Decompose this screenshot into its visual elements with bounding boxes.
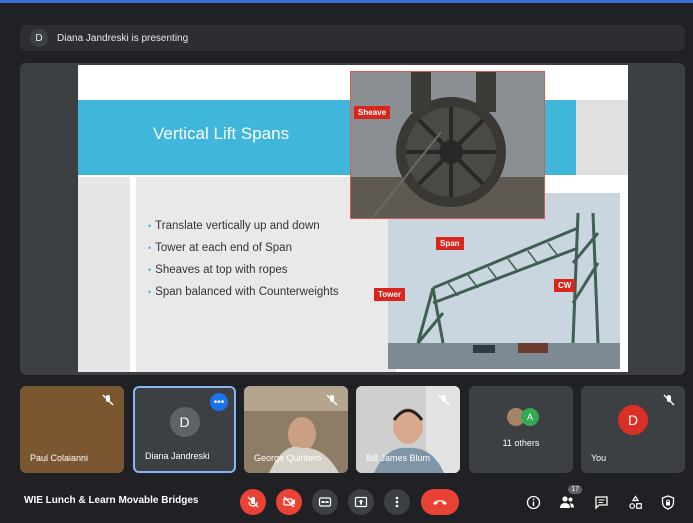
shared-slide: Vertical Lift Spans • Translate verticall… bbox=[78, 65, 628, 372]
info-icon bbox=[526, 495, 540, 509]
present-button[interactable] bbox=[348, 489, 374, 515]
presenter-avatar: D bbox=[30, 29, 48, 47]
leave-call-button[interactable] bbox=[421, 489, 459, 515]
camera-toggle-button[interactable] bbox=[276, 489, 302, 515]
chat-icon bbox=[594, 495, 608, 510]
slide-bullet: • Span balanced with Counterweights bbox=[148, 286, 339, 298]
others-count: 11 others bbox=[502, 438, 540, 448]
participant-name: You bbox=[591, 453, 607, 463]
captions-icon bbox=[318, 497, 332, 507]
host-controls-button[interactable] bbox=[659, 493, 677, 511]
bridge-photo bbox=[388, 193, 620, 369]
slide-band-right bbox=[576, 100, 628, 175]
participant-name: Bill James Blum bbox=[366, 453, 431, 463]
others-tile[interactable]: A 11 others bbox=[469, 386, 573, 473]
captions-button[interactable] bbox=[312, 489, 338, 515]
meet-window: D Diana Jandreski is presenting Vertical… bbox=[0, 0, 693, 520]
slide-bullet-list: • Translate vertically up and down • Tower… bbox=[148, 215, 339, 303]
self-tile[interactable]: D You bbox=[581, 386, 685, 473]
slide-side-panel bbox=[78, 177, 130, 372]
more-vert-icon bbox=[395, 496, 399, 508]
more-options-button[interactable] bbox=[384, 489, 410, 515]
mic-off-icon bbox=[326, 394, 338, 406]
avatar: D bbox=[618, 405, 648, 435]
mic-off-icon bbox=[102, 394, 114, 406]
present-icon bbox=[354, 496, 368, 508]
label-cw: CW bbox=[554, 279, 576, 292]
more-options-icon[interactable]: ••• bbox=[210, 393, 228, 411]
meeting-title: WIE Lunch & Learn Movable Bridges bbox=[24, 495, 199, 506]
label-sheave: Sheave bbox=[354, 106, 391, 119]
mic-toggle-button[interactable] bbox=[240, 489, 266, 515]
participant-name: Paul Colaianni bbox=[30, 453, 89, 463]
participant-tile[interactable]: ••• D Diana Jandreski bbox=[133, 386, 236, 473]
participant-name: George Quintero bbox=[254, 453, 322, 463]
presenting-banner: D Diana Jandreski is presenting bbox=[20, 25, 685, 51]
people-icon bbox=[560, 496, 574, 508]
label-span: Span bbox=[436, 237, 464, 250]
sheave-photo bbox=[350, 71, 545, 219]
presentation-stage[interactable]: Vertical Lift Spans • Translate verticall… bbox=[20, 63, 685, 375]
participant-tile[interactable]: George Quintero bbox=[244, 386, 348, 473]
activities-button[interactable] bbox=[626, 493, 644, 511]
label-tower: Tower bbox=[374, 288, 405, 301]
participant-tile[interactable]: Bill James Blum bbox=[356, 386, 460, 473]
people-count-badge: 17 bbox=[568, 485, 582, 494]
mic-off-icon bbox=[247, 496, 259, 508]
shield-lock-icon bbox=[661, 494, 675, 510]
slide-bullet: • Translate vertically up and down bbox=[148, 220, 320, 232]
hang-up-icon bbox=[433, 500, 447, 505]
activities-icon bbox=[628, 494, 642, 509]
control-bar: WIE Lunch & Learn Movable Bridges 17 bbox=[0, 479, 693, 523]
people-button[interactable]: 17 bbox=[558, 485, 582, 511]
slide-title: Vertical Lift Spans bbox=[153, 124, 290, 143]
slide-bullet: • Sheaves at top with ropes bbox=[148, 264, 288, 276]
participant-tile[interactable]: Paul Colaianni bbox=[20, 386, 124, 473]
presenting-text: Diana Jandreski is presenting bbox=[57, 32, 189, 44]
participant-name: Diana Jandreski bbox=[145, 451, 210, 461]
chat-button[interactable] bbox=[592, 493, 610, 511]
avatar: A bbox=[521, 408, 539, 426]
slide-bullet: • Tower at each end of Span bbox=[148, 242, 292, 254]
mic-off-icon bbox=[438, 394, 450, 406]
avatar: D bbox=[169, 407, 200, 437]
camera-off-icon bbox=[283, 496, 295, 508]
mic-off-icon bbox=[663, 394, 675, 406]
meeting-details-button[interactable] bbox=[524, 493, 542, 511]
